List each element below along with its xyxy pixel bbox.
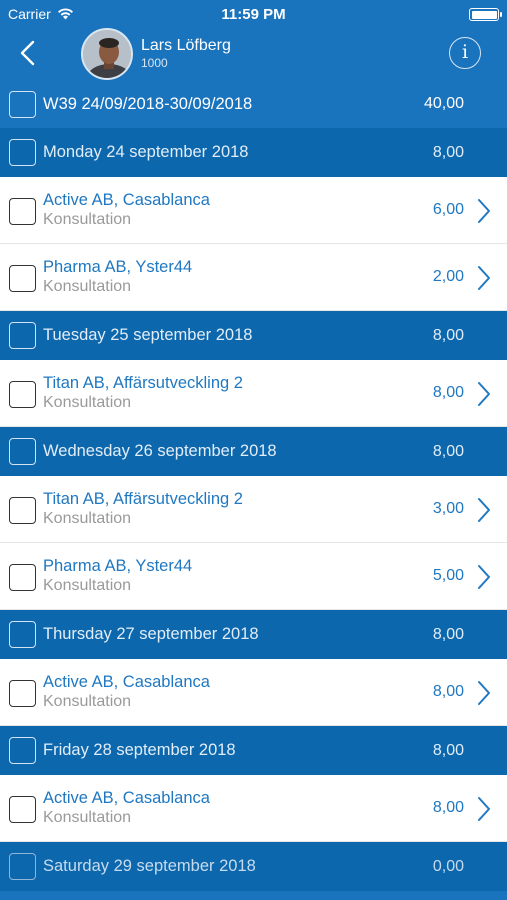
timesheet-list: W39 24/09/2018-30/09/2018 40,00 Monday 2… (0, 80, 507, 891)
day-checkbox[interactable] (9, 322, 36, 349)
entry-hours: 3,00 (432, 500, 464, 517)
entry-checkbox[interactable] (9, 381, 36, 408)
entry-hours: 5,00 (432, 567, 464, 584)
entry-hours: 8,00 (432, 384, 464, 401)
user-name: Lars Löfberg (141, 37, 231, 54)
week-total: 40,00 (423, 95, 464, 112)
entry-row[interactable]: Active AB, Casablanca Konsultation 8,00 (0, 775, 507, 842)
day-total: 0,00 (432, 857, 464, 875)
day-row[interactable]: Friday 28 september 2018 8,00 (0, 726, 507, 775)
info-icon: i (461, 41, 469, 63)
avatar-portrait-icon (83, 30, 131, 78)
user-id: 1000 (141, 56, 168, 70)
entry-subtitle: Konsultation (43, 577, 132, 594)
entry-subtitle: Konsultation (43, 693, 132, 710)
status-time: 11:59 PM (221, 6, 286, 23)
day-row[interactable]: Wednesday 26 september 2018 8,00 (0, 427, 507, 476)
entry-checkbox[interactable] (9, 265, 36, 292)
entry-row[interactable]: Pharma AB, Yster44 Konsultation 5,00 (0, 543, 507, 610)
entry-row[interactable]: Titan AB, Affärsutveckling 2 Konsultatio… (0, 476, 507, 543)
entry-hours: 8,00 (432, 799, 464, 816)
status-bar: Carrier 11:59 PM (0, 0, 507, 28)
chevron-right-icon (478, 382, 490, 406)
day-label: Friday 28 september 2018 (43, 741, 236, 759)
day-row[interactable]: Tuesday 25 september 2018 8,00 (0, 311, 507, 360)
chevron-right-icon (478, 199, 490, 223)
nav-bar: Lars Löfberg 1000 i (0, 28, 507, 80)
chevron-right-icon (478, 681, 490, 705)
entry-hours: 2,00 (432, 268, 464, 285)
entry-title: Pharma AB, Yster44 (43, 557, 193, 575)
day-checkbox[interactable] (9, 853, 36, 880)
day-label: Thursday 27 september 2018 (43, 625, 259, 643)
entry-title: Active AB, Casablanca (43, 673, 210, 691)
week-label: W39 24/09/2018-30/09/2018 (43, 94, 253, 113)
entry-subtitle: Konsultation (43, 211, 132, 228)
battery-icon (469, 8, 502, 21)
entry-checkbox[interactable] (9, 796, 36, 823)
entry-row[interactable]: Active AB, Casablanca Konsultation 8,00 (0, 659, 507, 726)
day-label: Monday 24 september 2018 (43, 143, 249, 161)
day-label: Saturday 29 september 2018 (43, 857, 256, 875)
day-checkbox[interactable] (9, 737, 36, 764)
day-total: 8,00 (432, 143, 464, 161)
entry-checkbox[interactable] (9, 198, 36, 225)
chevron-right-icon (478, 565, 490, 589)
day-total: 8,00 (432, 326, 464, 344)
entry-title: Active AB, Casablanca (43, 789, 210, 807)
week-row[interactable]: W39 24/09/2018-30/09/2018 40,00 (0, 80, 507, 128)
day-row[interactable]: Saturday 29 september 2018 0,00 (0, 842, 507, 891)
entry-row[interactable]: Active AB, Casablanca Konsultation 6,00 (0, 177, 507, 244)
day-checkbox[interactable] (9, 621, 36, 648)
entry-title: Titan AB, Affärsutveckling 2 (43, 374, 243, 392)
back-chevron-icon[interactable] (12, 36, 46, 70)
entry-checkbox[interactable] (9, 564, 36, 591)
entry-subtitle: Konsultation (43, 394, 132, 411)
day-total: 8,00 (432, 625, 464, 643)
entry-row[interactable]: Pharma AB, Yster44 Konsultation 2,00 (0, 244, 507, 311)
entry-title: Titan AB, Affärsutveckling 2 (43, 490, 243, 508)
entry-hours: 6,00 (432, 201, 464, 218)
entry-subtitle: Konsultation (43, 278, 132, 295)
entry-subtitle: Konsultation (43, 809, 132, 826)
day-total: 8,00 (432, 442, 464, 460)
entry-subtitle: Konsultation (43, 510, 132, 527)
day-checkbox[interactable] (9, 139, 36, 166)
week-checkbox[interactable] (9, 90, 36, 118)
entry-checkbox[interactable] (9, 497, 36, 524)
chevron-right-icon (478, 498, 490, 522)
info-button[interactable]: i (449, 37, 481, 69)
entry-row[interactable]: Titan AB, Affärsutveckling 2 Konsultatio… (0, 360, 507, 427)
day-label: Tuesday 25 september 2018 (43, 326, 253, 344)
entry-title: Pharma AB, Yster44 (43, 258, 193, 276)
chevron-right-icon (478, 266, 490, 290)
entry-title: Active AB, Casablanca (43, 191, 210, 209)
entry-checkbox[interactable] (9, 680, 36, 707)
entry-hours: 8,00 (432, 683, 464, 700)
day-checkbox[interactable] (9, 438, 36, 465)
day-row[interactable]: Monday 24 september 2018 8,00 (0, 128, 507, 177)
avatar[interactable] (81, 28, 133, 80)
day-total: 8,00 (432, 741, 464, 759)
day-row[interactable]: Thursday 27 september 2018 8,00 (0, 610, 507, 659)
day-label: Wednesday 26 september 2018 (43, 442, 277, 460)
chevron-right-icon (478, 797, 490, 821)
